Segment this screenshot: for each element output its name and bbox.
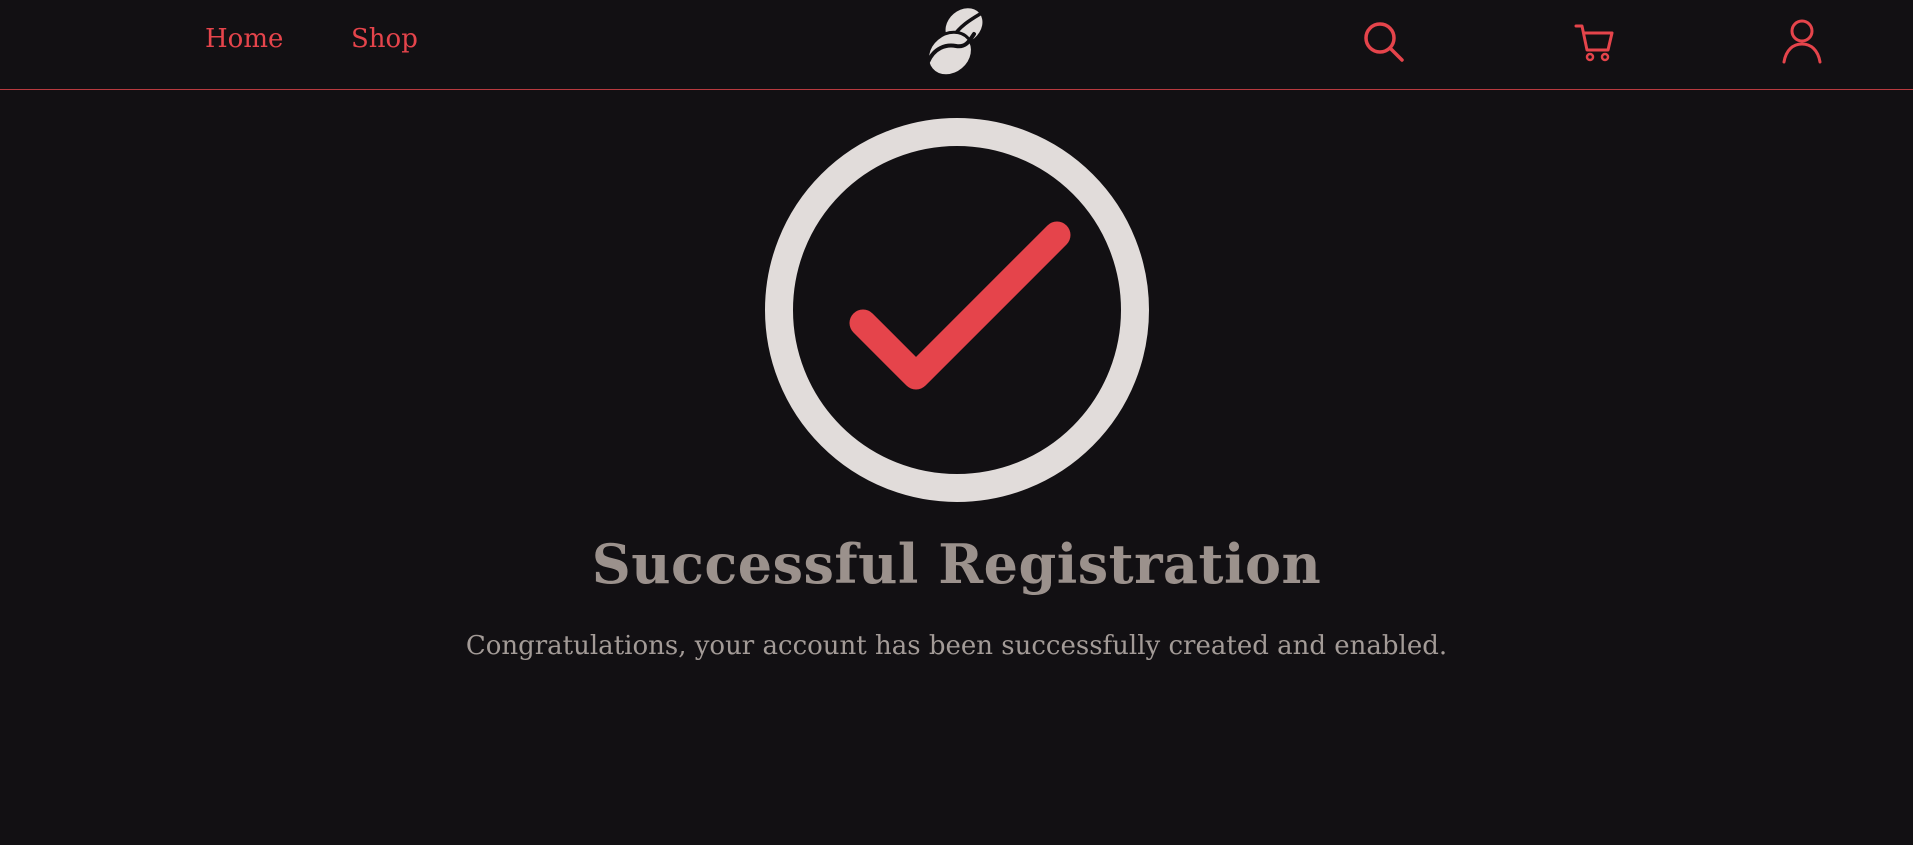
check-circle-icon [764,117,1150,503]
user-icon[interactable] [1778,18,1826,66]
cart-icon[interactable] [1570,18,1618,66]
success-message: Congratulations, your account has been s… [465,631,1448,661]
page-title: Successful Registration [591,532,1322,596]
top-navbar: Home Shop [0,0,1913,90]
coffee-beans-icon[interactable] [916,4,998,82]
nav-home-link[interactable]: Home [205,24,283,54]
nav-shop-link[interactable]: Shop [351,24,418,54]
search-icon[interactable] [1360,18,1408,66]
